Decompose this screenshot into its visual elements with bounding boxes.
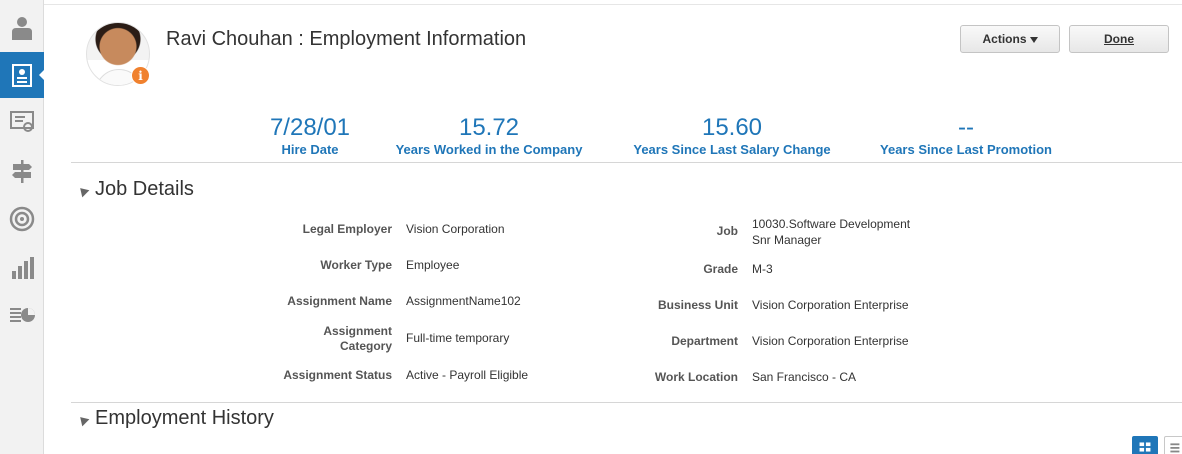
grid-icon [1139, 442, 1151, 452]
nav-career-path[interactable] [0, 148, 44, 194]
left-nav-rail [0, 0, 45, 454]
grid-view-toggle[interactable] [1132, 436, 1158, 454]
report-pie-icon [10, 308, 35, 322]
nav-goals[interactable] [0, 196, 44, 242]
section-title: Employment History [95, 407, 274, 429]
value-department: Vision Corporation Enterprise [752, 334, 909, 348]
value-grade: M-3 [752, 262, 773, 276]
value-assignment-name: AssignmentName102 [406, 294, 521, 308]
label-assignment-name: Assignment Name [287, 294, 392, 308]
person-icon [12, 17, 32, 40]
done-button[interactable]: Done [1069, 25, 1169, 53]
divider [71, 162, 1182, 163]
section-title: Job Details [95, 178, 194, 200]
label-legal-employer: Legal Employer [302, 222, 392, 236]
nav-analytics[interactable] [0, 244, 44, 290]
label-business-unit: Business Unit [657, 298, 738, 312]
metric-value: 7/28/01 [269, 114, 351, 141]
employment-history-header[interactable]: Employment History [76, 407, 274, 430]
info-icon[interactable]: i [131, 66, 150, 85]
target-icon [9, 206, 35, 232]
metric-years-since-salary-change: 15.60 Years Since Last Salary Change [627, 114, 837, 158]
label-job: Job [716, 224, 738, 238]
value-worker-type: Employee [406, 258, 460, 272]
metric-label: Years Worked in the Company [395, 142, 583, 157]
label-worker-type: Worker Type [320, 258, 392, 272]
divider [71, 402, 1182, 403]
collapse-triangle-icon [76, 184, 90, 198]
metric-years-worked: 15.72 Years Worked in the Company [389, 114, 589, 158]
collapse-triangle-icon [76, 413, 90, 427]
value-work-location: San Francisco - CA [752, 370, 857, 384]
presentation-board-icon [10, 111, 34, 132]
value-job: 10030.Software Development Snr Manager [752, 217, 911, 247]
value-assignment-status: Active - Payroll Eligible [406, 368, 529, 382]
list-view-toggle[interactable] [1164, 436, 1182, 454]
top-border [44, 4, 1182, 5]
nav-reports[interactable] [0, 292, 44, 338]
metric-value: 15.60 [701, 114, 763, 141]
done-label: Done [1104, 32, 1134, 46]
label-assignment-category: Assignment Category [323, 324, 392, 353]
employment-info-icon [12, 64, 32, 87]
value-business-unit: Vision Corporation Enterprise [752, 298, 909, 312]
metric-label: Years Since Last Salary Change [633, 142, 831, 157]
metric-label: Years Since Last Promotion [880, 142, 1052, 157]
nav-presentation[interactable] [0, 99, 44, 145]
label-work-location: Work Location [654, 370, 738, 384]
bar-chart-icon [12, 257, 34, 279]
value-legal-employer: Vision Corporation [406, 222, 505, 236]
actions-label: Actions [982, 32, 1027, 46]
label-grade: Grade [703, 262, 738, 276]
label-assignment-status: Assignment Status [283, 368, 392, 382]
metric-hire-date: 7/28/01 Hire Date [254, 114, 366, 158]
nav-employment-info[interactable] [0, 52, 45, 98]
metric-label: Hire Date [281, 142, 339, 157]
nav-person[interactable] [0, 5, 44, 51]
caret-down-icon [1029, 37, 1038, 43]
value-assignment-category: Full-time temporary [406, 331, 510, 345]
metric-years-since-promotion: -- Years Since Last Promotion [874, 114, 1058, 158]
metric-value: 15.72 [458, 114, 520, 141]
metric-value: -- [958, 114, 974, 141]
page-title: Ravi Chouhan : Employment Information [166, 28, 527, 50]
job-details-header[interactable]: Job Details [76, 178, 194, 201]
signpost-icon [12, 160, 32, 183]
actions-menu-button[interactable]: Actions [960, 25, 1060, 53]
list-icon [1170, 443, 1180, 453]
label-department: Department [671, 334, 738, 348]
